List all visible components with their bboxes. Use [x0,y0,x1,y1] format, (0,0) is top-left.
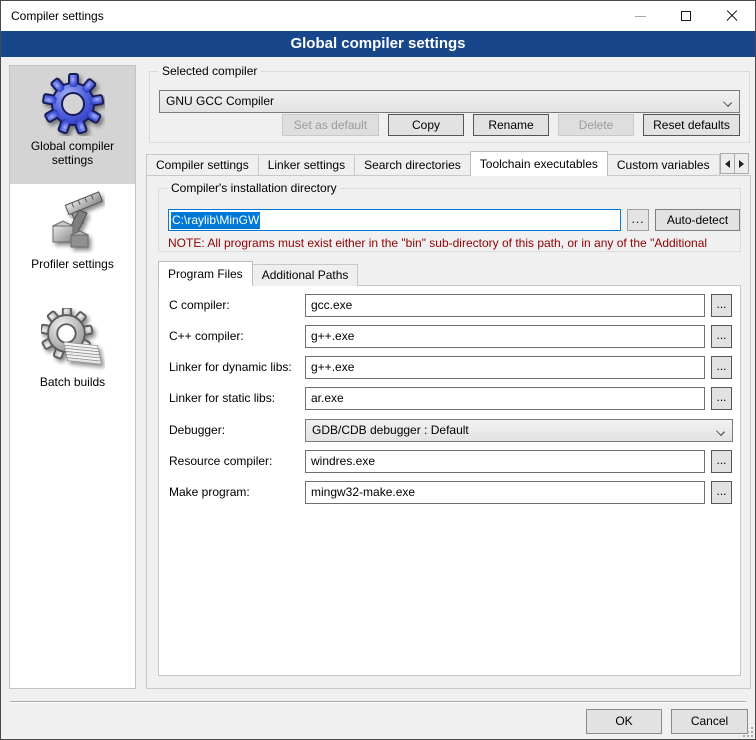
cpp-compiler-input[interactable]: g++.exe [305,325,705,348]
ok-button[interactable]: OK [586,709,662,734]
minimize-icon [635,16,646,17]
toolchain-executables-page: Compiler's installation directory C:\ray… [146,175,751,689]
debugger-select[interactable]: GDB/CDB debugger : Default [305,419,733,442]
sidebar-item-batch-builds[interactable]: Batch builds [10,302,135,420]
gray-gear-stack-icon [41,308,105,372]
field-label: C++ compiler: [169,329,244,343]
footer-divider [10,701,746,703]
dynamic-linker-input[interactable]: g++.exe [305,356,705,379]
static-linker-input[interactable]: ar.exe [305,387,705,410]
window-title: Compiler settings [11,9,104,23]
page-title: Global compiler settings [1,31,755,57]
make-program-browse-button[interactable]: ... [711,481,732,504]
chevron-down-icon [724,99,732,107]
titlebar[interactable]: Compiler settings [1,1,755,31]
sidebar-item-profiler-settings[interactable]: Profiler settings [10,184,135,302]
sidebar-item-label: Batch builds [10,375,135,389]
resource-compiler-row: Resource compiler: windres.exe ... [159,450,740,473]
tab-scroll-buttons [721,153,749,174]
copy-button[interactable]: Copy [388,114,464,136]
field-label: Linker for dynamic libs: [169,360,292,374]
tab-custom-variables[interactable]: Custom variables [607,154,720,176]
field-label: Resource compiler: [169,454,272,468]
debugger-select-value: GDB/CDB debugger : Default [312,423,469,437]
field-label: C compiler: [169,298,230,312]
settings-category-list: Global compiler settings [9,65,136,689]
cpp-compiler-browse-button[interactable]: ... [711,325,732,348]
maximize-icon [681,11,691,21]
field-label: Linker for static libs: [169,391,275,405]
c-compiler-input[interactable]: gcc.exe [305,294,705,317]
chevron-down-icon [717,428,725,436]
blue-gear-icon [41,72,105,136]
installation-directory-group-label: Compiler's installation directory [167,181,341,195]
tab-scroll-right-button[interactable] [734,153,749,174]
compiler-settings-dialog: Compiler settings Global compiler settin… [0,0,756,740]
installation-directory-browse-button[interactable]: ... [627,209,649,231]
close-icon [726,10,738,22]
delete-button[interactable]: Delete [558,114,634,136]
debugger-row: Debugger: GDB/CDB debugger : Default [159,419,740,442]
rename-button[interactable]: Rename [473,114,549,136]
tab-scroll-left-button[interactable] [720,153,735,174]
right-arrow-icon [739,160,748,168]
compiler-select[interactable]: GNU GCC Compiler [159,90,740,113]
tab-search-directories[interactable]: Search directories [354,154,471,176]
selected-compiler-group-label: Selected compiler [158,64,261,78]
c-compiler-row: C compiler: gcc.exe ... [159,294,740,317]
tab-toolchain-executables[interactable]: Toolchain executables [470,151,608,176]
program-tab-bar: Program Files Additional Paths [158,262,357,286]
minimize-button[interactable] [617,1,663,31]
tab-additional-paths[interactable]: Additional Paths [252,264,359,286]
window-controls [617,1,755,31]
sidebar-item-label: Profiler settings [10,257,135,271]
dynamic-linker-row: Linker for dynamic libs: g++.exe ... [159,356,740,379]
selected-compiler-group: Selected compiler GNU GCC Compiler Set a… [149,71,750,143]
bin-subdirectory-note: NOTE: All programs must exist either in … [168,236,739,250]
dialog-content: Global compiler settings [1,57,755,739]
sidebar-item-global-compiler-settings[interactable]: Global compiler settings [10,66,135,184]
auto-detect-button[interactable]: Auto-detect [655,209,740,231]
resource-compiler-browse-button[interactable]: ... [711,450,732,473]
close-button[interactable] [709,1,755,31]
compiler-select-value: GNU GCC Compiler [166,94,274,108]
reset-defaults-button[interactable]: Reset defaults [643,114,740,136]
static-linker-row: Linker for static libs: ar.exe ... [159,387,740,410]
static-linker-browse-button[interactable]: ... [711,387,732,410]
sidebar-item-label: Global compiler settings [10,139,135,167]
main-tab-bar: Compiler settings Linker settings Search… [146,151,728,176]
field-label: Debugger: [169,423,225,437]
installation-directory-group: Compiler's installation directory C:\ray… [158,188,741,252]
tab-linker-settings[interactable]: Linker settings [258,154,355,176]
field-label: Make program: [169,485,250,499]
make-program-input[interactable]: mingw32-make.exe [305,481,705,504]
maximize-button[interactable] [663,1,709,31]
cpp-compiler-row: C++ compiler: g++.exe ... [159,325,740,348]
tab-program-files[interactable]: Program Files [158,261,253,286]
resize-grip[interactable] [741,725,753,737]
cancel-button[interactable]: Cancel [671,709,748,734]
program-files-page: C compiler: gcc.exe ... C++ compiler: g+… [158,285,741,676]
compiler-buttons-row: Set as default Copy Rename Delete Reset … [282,114,740,136]
set-as-default-button[interactable]: Set as default [282,114,379,136]
caliper-icon [41,190,105,254]
resource-compiler-input[interactable]: windres.exe [305,450,705,473]
tab-compiler-settings[interactable]: Compiler settings [146,154,259,176]
installation-directory-input[interactable]: C:\raylib\MinGW [168,209,621,231]
c-compiler-browse-button[interactable]: ... [711,294,732,317]
make-program-row: Make program: mingw32-make.exe ... [159,481,740,504]
left-arrow-icon [721,160,730,168]
dynamic-linker-browse-button[interactable]: ... [711,356,732,379]
installation-directory-value: C:\raylib\MinGW [171,212,260,229]
